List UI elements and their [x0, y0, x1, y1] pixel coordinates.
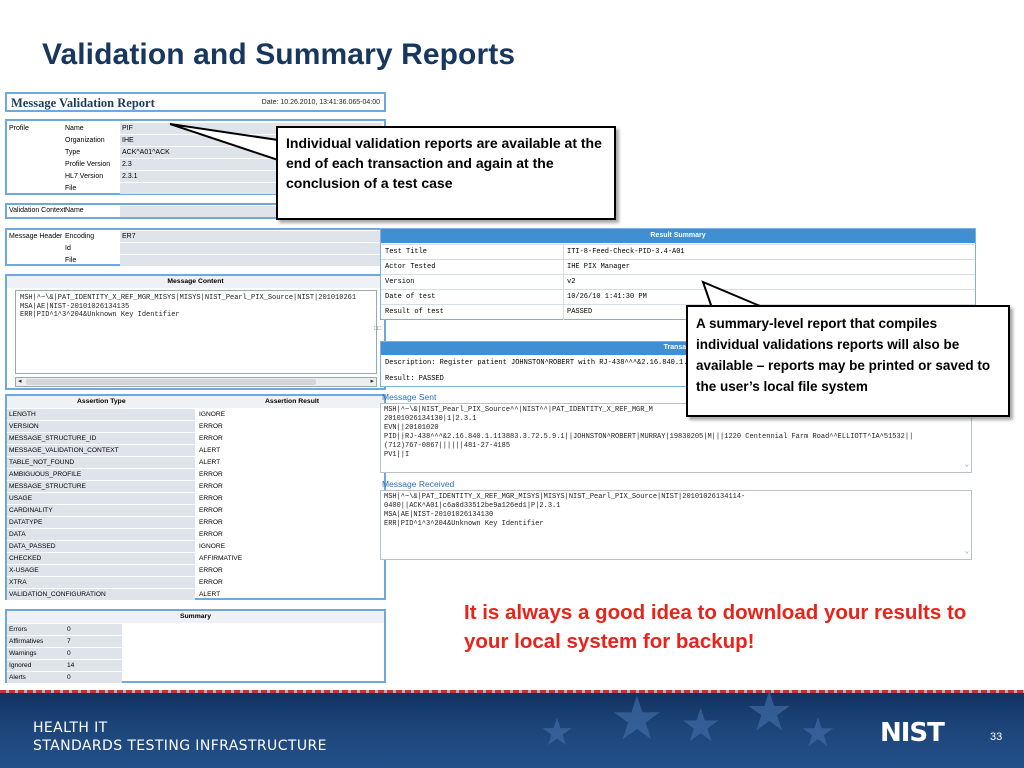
star-icon: ★: [745, 690, 794, 742]
page-number: 33: [990, 731, 1003, 743]
backup-advice: It is always a good idea to download you…: [464, 601, 967, 653]
star-icon: ★: [610, 690, 664, 752]
footer-rule: [0, 690, 1024, 693]
footer-org-line1: HEALTH IT: [33, 720, 108, 736]
footer-org-line2: STANDARDS TESTING INFRASTRUCTURE: [33, 738, 327, 754]
nist-logo: NIST: [880, 718, 945, 748]
callout-individual-reports: Individual validation reports are availa…: [276, 126, 616, 220]
footer-banner: ★ ★ ★ ★ ★ HEALTH IT STANDARDS TESTING IN…: [0, 690, 1024, 768]
star-icon: ★: [540, 712, 575, 754]
callout-pointer-individual: [169, 123, 279, 162]
star-icon: ★: [800, 711, 836, 755]
star-icon: ★: [680, 699, 722, 751]
callout-summary-report: A summary-level report that compiles ind…: [686, 305, 1010, 417]
